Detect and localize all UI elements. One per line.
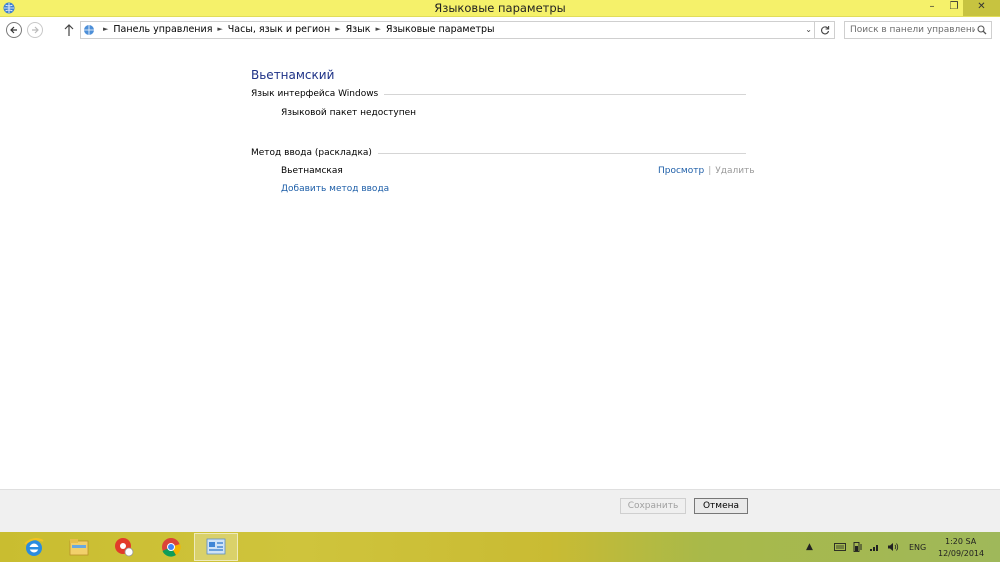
breadcrumb-language[interactable]: Язык xyxy=(346,24,371,35)
title-bar: Языковые параметры – ❐ ✕ xyxy=(0,0,1000,17)
remove-link: Удалить xyxy=(715,166,755,176)
section-input-method: Метод ввода (раскладка) xyxy=(251,147,746,159)
window-title: Языковые параметры xyxy=(434,1,566,15)
chevron-right-icon[interactable]: ► xyxy=(335,25,340,33)
breadcrumb-clock-language-region[interactable]: Часы, язык и регион xyxy=(228,24,330,35)
preview-link[interactable]: Просмотр xyxy=(658,166,704,176)
input-method-name: Вьетнамская xyxy=(281,166,343,176)
breadcrumb: ► Панель управления ► Часы, язык и регион ► Я… xyxy=(98,24,495,35)
button-bar: Сохранить Отмена xyxy=(0,489,1000,532)
section-ui-language: Язык интерфейса Windows xyxy=(251,88,746,100)
control-panel-taskbar-icon[interactable] xyxy=(194,533,238,561)
search-box[interactable] xyxy=(844,21,992,39)
input-method-actions: Просмотр | Удалить xyxy=(658,166,755,176)
main-content: Вьетнамский Язык интерфейса Windows Язык… xyxy=(0,44,1000,489)
media-player-icon[interactable] xyxy=(102,533,146,561)
control-panel-icon xyxy=(84,25,94,35)
section-heading: Метод ввода (раскладка) xyxy=(251,148,372,158)
clock-date[interactable]: 12/09/2014 xyxy=(938,549,984,558)
keyboard-icon[interactable] xyxy=(834,542,846,552)
refresh-icon[interactable] xyxy=(815,21,835,39)
chrome-icon[interactable] xyxy=(149,533,193,561)
taskbar: ▲ ENG xyxy=(0,532,1000,562)
cancel-button[interactable]: Отмена xyxy=(694,498,748,514)
tray-overflow-icon[interactable]: ▲ xyxy=(806,542,813,552)
chevron-right-icon[interactable]: ► xyxy=(217,25,222,33)
up-arrow-icon[interactable] xyxy=(63,23,75,37)
page-title: Вьетнамский xyxy=(251,68,335,82)
language-indicator[interactable]: ENG xyxy=(909,543,926,552)
network-icon[interactable] xyxy=(869,542,881,552)
close-icon[interactable]: ✕ xyxy=(963,0,1000,16)
search-icon[interactable] xyxy=(977,25,987,35)
battery-icon[interactable] xyxy=(852,542,864,552)
volume-icon[interactable] xyxy=(887,542,899,552)
file-explorer-icon[interactable] xyxy=(57,533,101,561)
divider xyxy=(384,94,746,95)
address-bar[interactable]: ► Панель управления ► Часы, язык и регион ► Я… xyxy=(80,21,815,39)
ui-language-status: Языковой пакет недоступен xyxy=(281,108,417,118)
breadcrumb-language-options[interactable]: Языковые параметры xyxy=(386,24,495,35)
save-button[interactable]: Сохранить xyxy=(620,498,686,514)
back-arrow-icon[interactable] xyxy=(6,22,22,38)
divider xyxy=(377,153,746,154)
chevron-right-icon[interactable]: ► xyxy=(375,25,380,33)
section-heading: Язык интерфейса Windows xyxy=(251,89,379,99)
breadcrumb-control-panel[interactable]: Панель управления xyxy=(113,24,212,35)
link-separator: | xyxy=(708,166,712,176)
search-input[interactable] xyxy=(845,22,975,38)
navigation-bar: ► Панель управления ► Часы, язык и регион ► Я… xyxy=(0,18,1000,43)
forward-arrow-icon[interactable] xyxy=(27,22,43,38)
chevron-right-icon[interactable]: ► xyxy=(103,25,108,33)
add-input-method-link[interactable]: Добавить метод ввода xyxy=(281,184,389,194)
clock-time[interactable]: 1:20 SA xyxy=(945,537,976,546)
internet-explorer-icon[interactable] xyxy=(12,533,56,561)
chevron-down-icon[interactable]: ⌄ xyxy=(805,25,812,34)
